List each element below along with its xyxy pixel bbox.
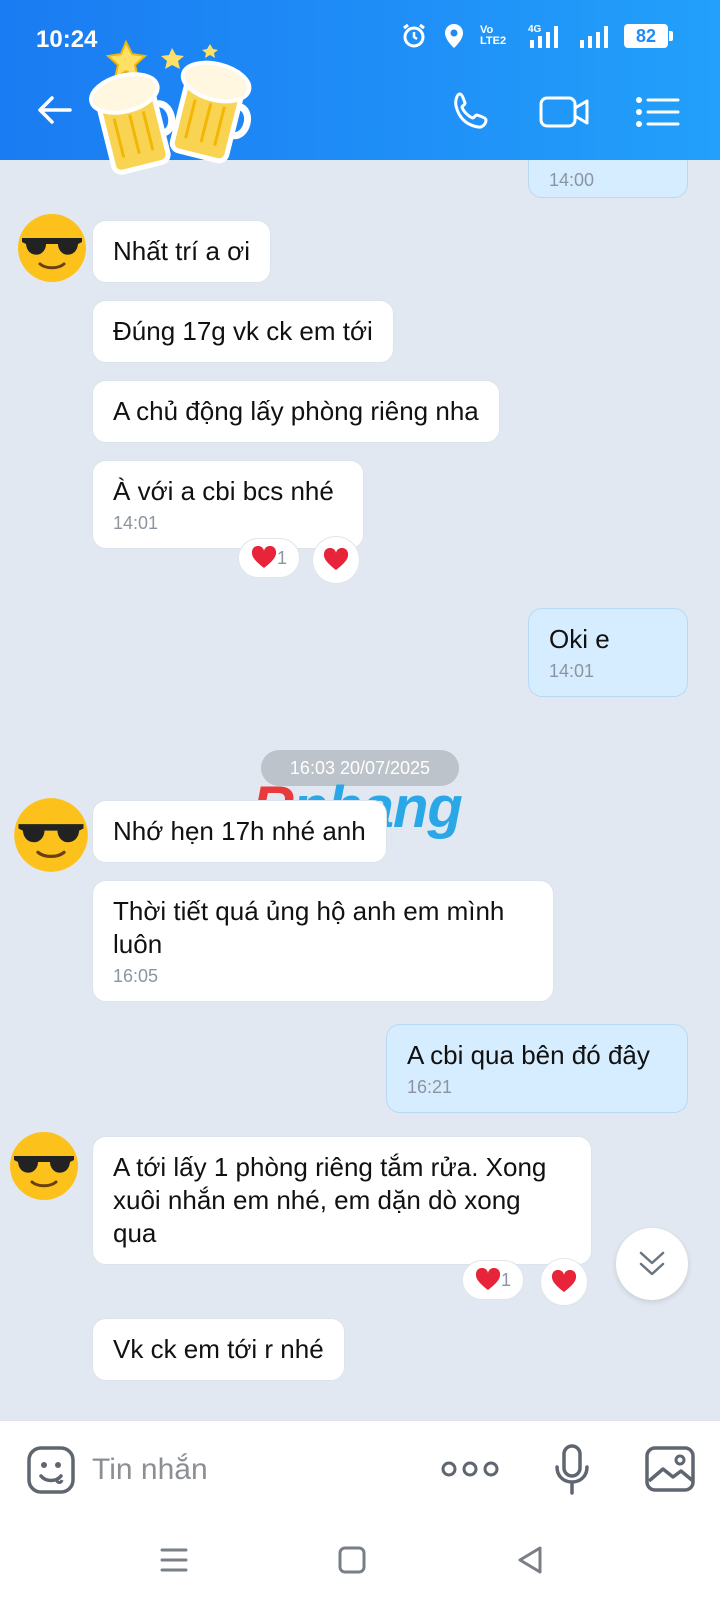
recent-apps-button[interactable] [152,1538,196,1582]
system-nav-bar [0,1516,720,1604]
microphone-button[interactable] [552,1443,592,1495]
svg-text:4G: 4G [528,24,542,35]
beer-cheers-sticker [89,39,252,175]
sunglasses-emoji-avatar[interactable] [8,1130,80,1202]
message-outgoing[interactable]: Oki e 14:01 [528,608,688,697]
sunglasses-emoji-avatar[interactable] [16,212,88,284]
battery-indicator: 82 [624,24,673,48]
message-incoming[interactable]: Đúng 17g vk ck em tới [92,300,394,363]
location-icon [445,24,463,48]
status-icons: Vo LTE2 4G 82 [400,22,673,50]
video-call-button[interactable] [538,88,592,136]
message-time: 14:01 [549,661,595,681]
message-incoming[interactable]: A chủ động lấy phòng riêng nha [92,380,500,443]
signal-4g-icon: 4G [528,24,558,48]
react-button[interactable] [312,536,360,584]
message-text: Nhất trí a ơi [113,236,250,266]
reaction-count: 1 [500,1269,511,1290]
message-composer [0,1420,720,1516]
call-button[interactable] [448,88,496,136]
message-incoming[interactable]: À với a cbi bcs nhé 14:01 [92,460,364,549]
message-list[interactable]: 14:00 Nhất trí a ơi Đúng 17g vk ck em tớ… [0,160,720,1420]
message-text: Nhớ hẹn 17h nhé anh [113,816,366,846]
message-incoming[interactable]: Nhớ hẹn 17h nhé anh [92,800,387,863]
heart-icon [251,546,276,568]
message-time: 16:21 [407,1077,453,1097]
message-incoming[interactable]: Nhất trí a ơi [92,220,271,283]
message-time: 14:01 [113,513,159,533]
react-button[interactable] [540,1258,588,1306]
message-text: A tới lấy 1 phòng riêng tắm rửa. Xong xu… [113,1152,547,1248]
signal-icon [580,26,608,48]
image-gallery-button[interactable] [644,1445,696,1493]
home-button[interactable] [330,1538,374,1582]
message-text: Oki e [549,624,610,654]
message-time: 16:05 [113,966,159,986]
emoji-sticker-button[interactable] [26,1445,76,1495]
heart-icon [323,548,349,570]
message-text: A chủ động lấy phòng riêng nha [113,396,479,426]
message-text: Vk ck em tới r nhé [113,1334,324,1364]
heart-icon [551,1270,577,1292]
message-text: À với a cbi bcs nhé [113,476,334,506]
volte-indicator: Vo LTE2 [480,24,507,47]
double-chevron-down-icon [639,1251,665,1276]
more-options-button[interactable] [440,1451,500,1487]
sunglasses-emoji-avatar[interactable] [12,796,90,874]
back-nav-button[interactable] [508,1538,552,1582]
reaction-count: 1 [276,547,287,568]
reaction-summary[interactable]: 1 [238,538,300,578]
message-text: A cbi qua bên đó đây [407,1040,650,1070]
message-incoming[interactable]: A tới lấy 1 phòng riêng tắm rửa. Xong xu… [92,1136,592,1265]
message-outgoing[interactable]: 14:00 [528,160,688,198]
message-time: 14:00 [549,170,595,190]
message-incoming[interactable]: Thời tiết quá ủng hộ anh em mình luôn 16… [92,880,554,1002]
scroll-to-bottom-button[interactable] [616,1228,688,1300]
message-outgoing[interactable]: A cbi qua bên đó đây 16:21 [386,1024,688,1113]
menu-button[interactable] [634,88,680,136]
alarm-icon [403,23,425,48]
heart-icon [475,1268,500,1290]
message-text: Thời tiết quá ủng hộ anh em mình luôn [113,896,505,959]
message-incoming[interactable]: Vk ck em tới r nhé [92,1318,345,1381]
back-button[interactable] [32,88,76,132]
reaction-summary[interactable]: 1 [462,1260,524,1300]
message-input[interactable] [92,1445,412,1495]
message-text: Đúng 17g vk ck em tới [113,316,373,346]
